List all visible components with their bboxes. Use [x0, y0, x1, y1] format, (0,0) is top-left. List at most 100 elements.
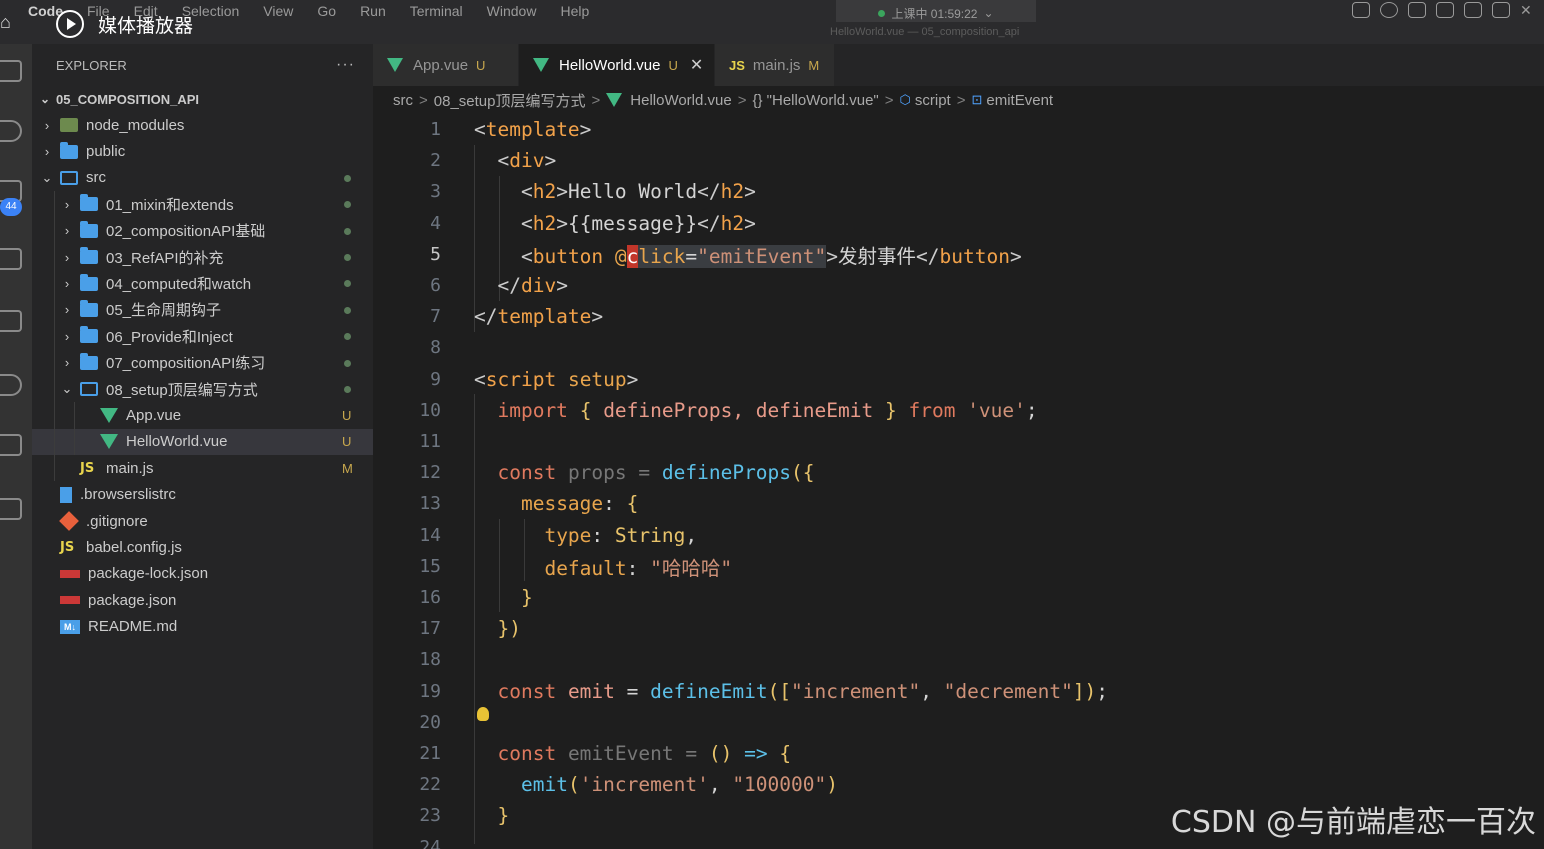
code-token: {{message}} — [567, 211, 698, 235]
file-tree-item[interactable]: › 05_生命周期钩子 — [32, 296, 373, 324]
breadcrumb-symbol[interactable]: emitEvent — [986, 92, 1053, 109]
menu-view[interactable]: View — [263, 3, 293, 19]
chevron-down-icon[interactable]: ⌄ — [40, 170, 54, 186]
remote-icon[interactable] — [0, 374, 22, 396]
file-tree-label: HelloWorld.vue — [126, 433, 228, 451]
menu-terminal[interactable]: Terminal — [410, 3, 463, 19]
file-tree-item[interactable]: › public — [32, 138, 373, 164]
breadcrumb-src[interactable]: src — [393, 92, 413, 109]
tab-app-vue[interactable]: App.vue U — [373, 44, 519, 86]
file-tree-item[interactable]: package.json — [32, 587, 373, 613]
chevron-down-icon[interactable]: ⌄ — [60, 381, 74, 397]
file-tree-item[interactable]: package-lock.json — [32, 561, 373, 587]
code-token: button — [939, 244, 1010, 268]
search-icon[interactable] — [0, 120, 22, 142]
menu-go[interactable]: Go — [317, 3, 336, 19]
code-line: default: "哈哈哈" — [544, 556, 733, 580]
modified-dot-icon — [344, 253, 351, 261]
chevron-right-icon[interactable]: › — [60, 329, 74, 344]
chevron-right-icon[interactable]: › — [60, 276, 74, 291]
file-tree-item[interactable]: ⌄ 08_setup顶层编写方式 — [32, 375, 373, 403]
close-icon[interactable]: ✕ — [690, 55, 703, 75]
indent-guide — [54, 270, 55, 297]
keyboard-icon[interactable] — [1436, 2, 1454, 18]
indent-guide — [54, 296, 55, 324]
tab-helloworld-vue[interactable]: HelloWorld.vue U ✕ — [519, 44, 715, 86]
chevron-right-icon[interactable]: › — [60, 197, 74, 212]
extensions-icon[interactable] — [0, 310, 22, 332]
file-tree-item[interactable]: › node_modules — [32, 112, 373, 138]
breadcrumb-script[interactable]: script — [915, 92, 951, 109]
line-number[interactable]: 18 — [373, 649, 441, 670]
file-tree-item[interactable]: ⌄ src — [32, 165, 373, 191]
file-tree-label: 02_compositionAPI基础 — [106, 223, 266, 241]
file-tree-label: 03_RefAPI的补充 — [106, 249, 224, 267]
code-token: "100000" — [732, 773, 827, 797]
code-editor[interactable]: 1 2 3 4 5 6 7 8 9 10 11 12 13 14 15 16 17 18 19 20 21 22 23 24 … — [373, 114, 1544, 849]
chevron-right-icon: > — [419, 91, 428, 109]
file-tree-label: 08_setup顶层编写方式 — [106, 381, 258, 399]
chevron-right-icon[interactable]: › — [60, 302, 74, 317]
code-line: <div> — [497, 149, 557, 173]
file-tree-item[interactable]: › 02_compositionAPI基础 — [32, 217, 373, 244]
tab-status: U — [476, 57, 486, 73]
file-tree-item[interactable]: › 06_Provide和Inject — [32, 323, 373, 350]
window-icon[interactable] — [1464, 2, 1482, 18]
explorer-icon[interactable] — [0, 60, 22, 82]
file-tree-item[interactable]: App.vue U — [32, 402, 373, 429]
pinterest-icon[interactable] — [1380, 2, 1398, 18]
line-number[interactable]: 20 — [373, 712, 441, 733]
project-section[interactable]: ⌄ 05_COMPOSITION_API — [32, 86, 373, 112]
chevron-right-icon[interactable]: › — [60, 250, 74, 265]
file-tree-item[interactable]: HelloWorld.vue U — [32, 428, 373, 456]
bookmark-icon[interactable] — [0, 434, 22, 456]
chevron-right-icon[interactable]: › — [60, 355, 74, 370]
play-icon[interactable] — [56, 10, 84, 38]
indent-guide — [54, 455, 55, 482]
grid-icon[interactable] — [1408, 2, 1426, 18]
file-tree-item[interactable]: › 01_mixin和extends — [32, 191, 373, 218]
media-player-label[interactable]: 媒体播放器 — [56, 10, 193, 38]
line-number[interactable]: 11 — [373, 431, 441, 452]
chevron-right-icon[interactable]: › — [40, 144, 54, 159]
indent-guide — [54, 323, 55, 350]
run-debug-icon[interactable] — [0, 248, 22, 270]
more-actions-icon[interactable]: ··· — [336, 56, 355, 74]
menu-run[interactable]: Run — [360, 3, 386, 19]
git-graph-icon[interactable] — [0, 498, 22, 520]
file-tree-item[interactable]: .gitignore — [32, 508, 373, 534]
chevron-right-icon: > — [956, 91, 966, 109]
breadcrumb-file[interactable]: HelloWorld.vue — [630, 92, 731, 109]
line-number[interactable]: 8 — [373, 337, 441, 358]
breadcrumb-module[interactable]: {} "HelloWorld.vue" — [752, 92, 878, 109]
lightbulb-icon[interactable] — [477, 707, 489, 721]
menu-window[interactable]: Window — [487, 3, 537, 19]
screen-record-icon[interactable] — [1352, 2, 1370, 18]
code-token: default — [544, 556, 627, 580]
file-tree-item[interactable]: .browserslistrc — [32, 481, 373, 507]
file-tree-item[interactable]: › 03_RefAPI的补充 — [32, 243, 373, 271]
file-tree-item[interactable]: JS main.js M — [32, 455, 373, 482]
code-token: template — [497, 305, 592, 329]
file-tree-item[interactable]: M↓ README.md — [32, 613, 373, 639]
modified-dot-icon — [344, 385, 351, 393]
code-token: 'increment' — [579, 773, 709, 797]
s-icon[interactable] — [1492, 2, 1510, 18]
file-tree-item[interactable]: › 04_computed和watch — [32, 270, 373, 297]
close-icon[interactable]: ✕ — [1520, 2, 1538, 18]
session-timer-text: 上课中 01:59:22 — [891, 6, 978, 21]
code-token: button — [532, 244, 604, 268]
breadcrumb-folder[interactable]: 08_setup顶层编写方式 — [434, 90, 586, 111]
menu-help[interactable]: Help — [560, 3, 589, 19]
code-token: emitEvent — [567, 742, 674, 766]
file-tree-item[interactable]: › 07_compositionAPI练习 — [32, 349, 373, 376]
code-token: setup — [567, 367, 627, 391]
chevron-right-icon[interactable]: › — [60, 223, 74, 238]
file-tree-item[interactable]: JS babel.config.js — [32, 534, 373, 560]
home-icon[interactable]: ⌂ — [0, 12, 11, 33]
line-number[interactable]: 24 — [373, 837, 441, 849]
file-tree-label: src — [86, 169, 106, 187]
tab-main-js[interactable]: JS main.js M — [715, 44, 835, 86]
chevron-right-icon[interactable]: › — [40, 118, 54, 133]
npm-icon — [60, 596, 80, 605]
